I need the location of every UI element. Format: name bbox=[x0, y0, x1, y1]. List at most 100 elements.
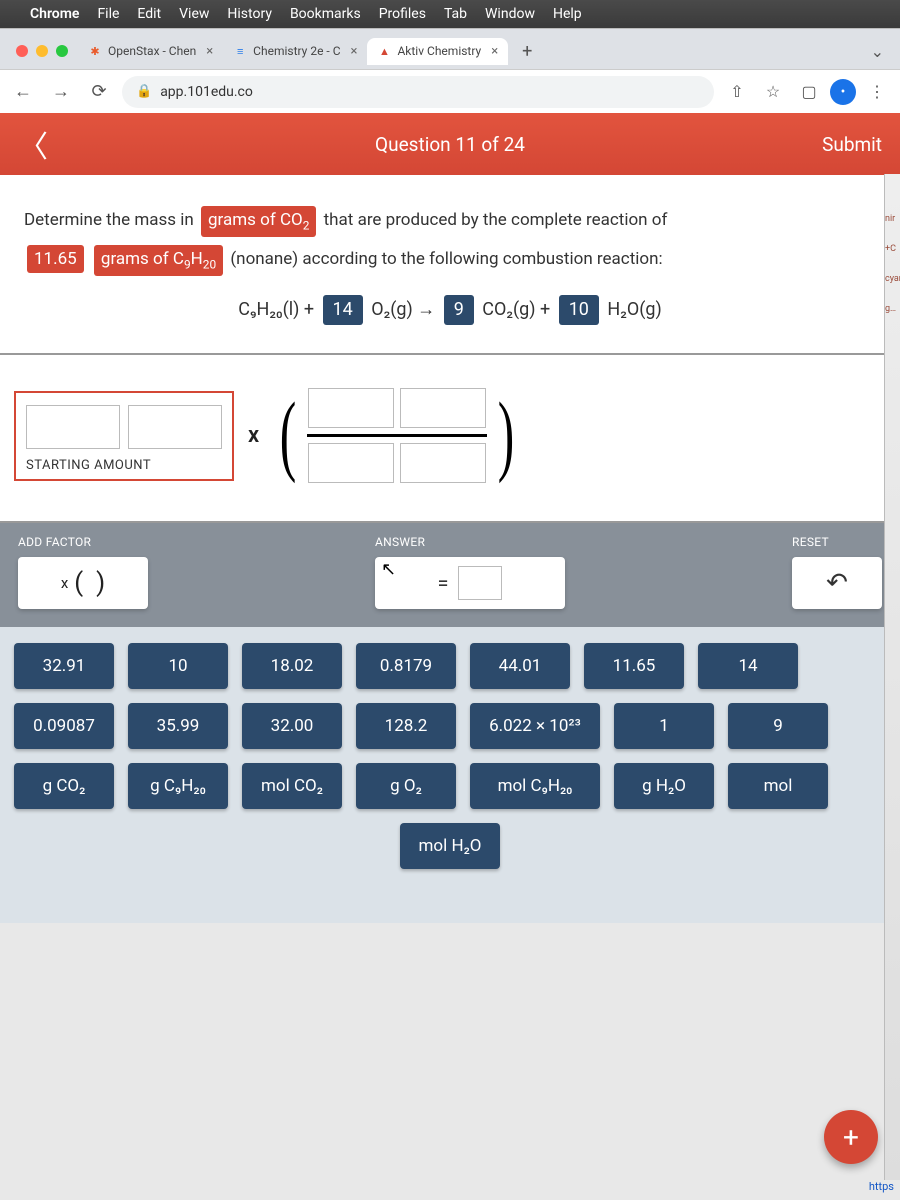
menu-bookmarks[interactable]: Bookmarks bbox=[290, 6, 361, 22]
menu-file[interactable]: File bbox=[97, 6, 119, 22]
given-value-chip: 11.65 bbox=[27, 245, 84, 273]
kp-mol[interactable]: mol bbox=[728, 763, 828, 809]
submit-button[interactable]: Submit bbox=[822, 133, 882, 156]
kp-11.65[interactable]: 11.65 bbox=[584, 643, 684, 689]
controls-bar: ADD FACTOR x( ) ANSWER ↖ = RESET ↶ bbox=[0, 523, 900, 627]
forward-button[interactable]: → bbox=[46, 77, 76, 107]
reload-button[interactable]: ⟳ bbox=[84, 77, 114, 107]
profile-avatar[interactable]: • bbox=[830, 79, 856, 105]
url-text: app.101edu.co bbox=[160, 84, 253, 100]
lock-icon: 🔒 bbox=[136, 84, 152, 99]
kp-g-h2o[interactable]: g H₂O bbox=[614, 763, 714, 809]
numerator-value[interactable] bbox=[308, 388, 394, 428]
starting-amount-group[interactable]: STARTING AMOUNT bbox=[14, 391, 234, 481]
keypad-row: mol H₂O bbox=[14, 823, 886, 869]
window-minimize[interactable] bbox=[36, 45, 48, 57]
tab-aktiv[interactable]: ▲ Aktiv Chemistry × bbox=[367, 38, 508, 65]
menu-view[interactable]: View bbox=[179, 6, 209, 22]
given-substance-chip: grams of C9H20 bbox=[94, 245, 223, 276]
add-factor-label: ADD FACTOR bbox=[18, 535, 148, 549]
keypad-row: g CO₂ g C₉H₂₀ mol CO₂ g O₂ mol C₉H₂₀ g H… bbox=[14, 763, 886, 809]
kp-128.2[interactable]: 128.2 bbox=[356, 703, 456, 749]
menu-tab[interactable]: Tab bbox=[444, 6, 467, 22]
close-icon[interactable]: × bbox=[206, 44, 213, 59]
equation: C₉H₂₀(l) + 14 O₂(g) → 9 CO₂(g) + 10 H₂O(… bbox=[24, 289, 876, 330]
kp-mol-co2[interactable]: mol CO₂ bbox=[242, 763, 342, 809]
kp-0.09087[interactable]: 0.09087 bbox=[14, 703, 114, 749]
favicon-icon: ▲ bbox=[377, 44, 391, 58]
paren-left-icon: ( bbox=[280, 397, 296, 474]
kp-mol-h2o[interactable]: mol H₂O bbox=[400, 823, 500, 869]
fab-add-button[interactable]: + bbox=[824, 1110, 878, 1164]
denominator-unit[interactable] bbox=[400, 443, 486, 483]
starting-amount-label: STARTING AMOUNT bbox=[26, 458, 151, 473]
right-edge-peek: nir +C cyan g… bbox=[884, 174, 900, 1180]
new-tab-button[interactable]: + bbox=[514, 38, 540, 64]
tab-chem2e[interactable]: ≡ Chemistry 2e - C × bbox=[223, 38, 367, 65]
kp-9[interactable]: 9 bbox=[728, 703, 828, 749]
add-factor-button[interactable]: x( ) bbox=[18, 557, 148, 609]
tab-strip: ✱ OpenStax - Chen × ≡ Chemistry 2e - C ×… bbox=[0, 29, 900, 69]
menu-history[interactable]: History bbox=[227, 6, 272, 22]
answer-label: ANSWER bbox=[375, 535, 565, 549]
browser-chrome: ✱ OpenStax - Chen × ≡ Chemistry 2e - C ×… bbox=[0, 28, 900, 113]
favicon-icon: ✱ bbox=[88, 44, 102, 58]
window-close[interactable] bbox=[16, 45, 28, 57]
kp-32.00[interactable]: 32.00 bbox=[242, 703, 342, 749]
menu-app[interactable]: Chrome bbox=[30, 6, 79, 22]
menu-window[interactable]: Window bbox=[485, 6, 535, 22]
menu-help[interactable]: Help bbox=[553, 6, 582, 22]
menu-edit[interactable]: Edit bbox=[137, 6, 161, 22]
eq-product: CO₂(g) + bbox=[482, 299, 550, 320]
kp-g-o2[interactable]: g O₂ bbox=[356, 763, 456, 809]
tab-openstax[interactable]: ✱ OpenStax - Chen × bbox=[78, 38, 223, 65]
kp-18.02[interactable]: 18.02 bbox=[242, 643, 342, 689]
kp-mol-c9h20[interactable]: mol C₉H₂₀ bbox=[470, 763, 600, 809]
url-field[interactable]: 🔒 app.101edu.co bbox=[122, 76, 714, 108]
star-icon[interactable]: ☆ bbox=[758, 77, 788, 107]
answer-box[interactable]: ↖ = bbox=[375, 557, 565, 609]
close-icon[interactable]: × bbox=[491, 44, 498, 59]
back-chevron-icon[interactable]: 〈 bbox=[18, 122, 48, 166]
keypad: 32.91 10 18.02 0.8179 44.01 11.65 14 0.0… bbox=[0, 627, 900, 923]
close-icon[interactable]: × bbox=[351, 44, 358, 59]
eq-coef: 14 bbox=[323, 295, 363, 325]
kp-44.01[interactable]: 44.01 bbox=[470, 643, 570, 689]
menu-icon[interactable]: ⋮ bbox=[862, 77, 892, 107]
numerator-unit[interactable] bbox=[400, 388, 486, 428]
reset-label: RESET bbox=[792, 535, 882, 549]
kp-0.8179[interactable]: 0.8179 bbox=[356, 643, 456, 689]
kp-14[interactable]: 14 bbox=[698, 643, 798, 689]
eq-product: H₂O(g) bbox=[607, 299, 661, 320]
answer-input[interactable] bbox=[458, 566, 502, 600]
kp-32.91[interactable]: 32.91 bbox=[14, 643, 114, 689]
kp-10[interactable]: 10 bbox=[128, 643, 228, 689]
denominator-value[interactable] bbox=[308, 443, 394, 483]
q-text: that are produced by the complete reacti… bbox=[324, 210, 668, 230]
keypad-row: 32.91 10 18.02 0.8179 44.01 11.65 14 bbox=[14, 643, 886, 689]
work-area: STARTING AMOUNT x ( ) bbox=[0, 353, 900, 523]
kp-1[interactable]: 1 bbox=[614, 703, 714, 749]
share-icon[interactable]: ⇧ bbox=[722, 77, 752, 107]
kp-35.99[interactable]: 35.99 bbox=[128, 703, 228, 749]
kp-g-c9h20[interactable]: g C₉H₂₀ bbox=[128, 763, 228, 809]
status-bar: https bbox=[0, 1180, 900, 1200]
answer-target-chip: grams of CO2 bbox=[201, 206, 316, 237]
paren-right-icon: ) bbox=[498, 397, 514, 474]
chevron-down-icon[interactable]: ⌄ bbox=[861, 38, 894, 65]
starting-value-box[interactable] bbox=[26, 405, 120, 449]
kp-avogadro[interactable]: 6.022 × 10²³ bbox=[470, 703, 600, 749]
tab-label: OpenStax - Chen bbox=[108, 44, 196, 58]
back-button[interactable]: ← bbox=[8, 77, 38, 107]
window-maximize[interactable] bbox=[56, 45, 68, 57]
status-text: https bbox=[869, 1180, 894, 1193]
favicon-icon: ≡ bbox=[233, 44, 247, 58]
starting-unit-box[interactable] bbox=[128, 405, 222, 449]
extensions-icon[interactable]: ▢ bbox=[794, 77, 824, 107]
reset-button[interactable]: ↶ bbox=[792, 557, 882, 609]
menu-profiles[interactable]: Profiles bbox=[379, 6, 426, 22]
cursor-icon: ↖ bbox=[381, 559, 396, 580]
tab-label: Aktiv Chemistry bbox=[397, 44, 481, 58]
kp-g-co2[interactable]: g CO₂ bbox=[14, 763, 114, 809]
mac-menubar: Chrome File Edit View History Bookmarks … bbox=[0, 0, 900, 28]
